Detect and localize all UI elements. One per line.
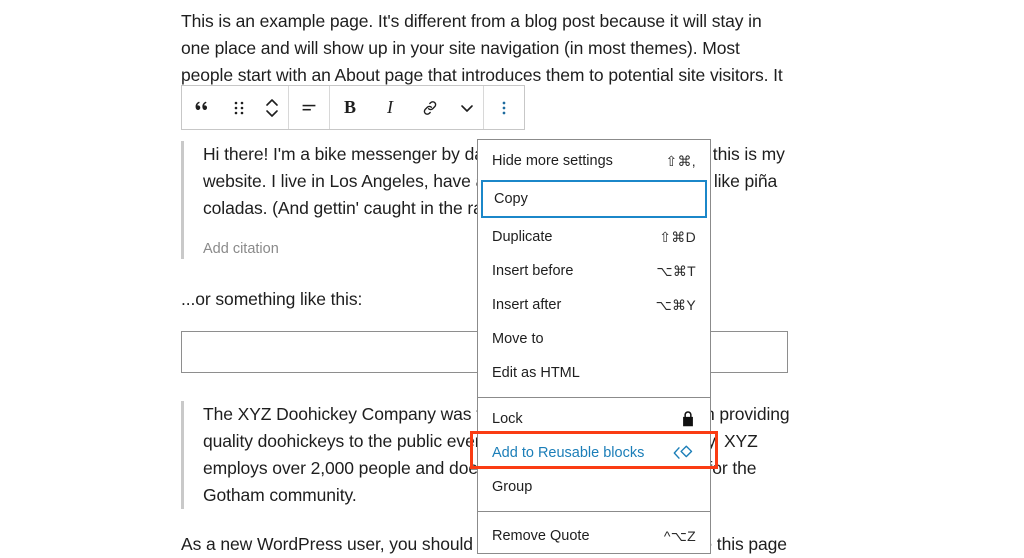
link-icon	[419, 97, 441, 119]
align-text-button[interactable]	[289, 86, 329, 129]
menu-item-label: Lock	[492, 411, 523, 427]
italic-icon: I	[387, 97, 393, 117]
toolbar-group-block	[182, 86, 289, 129]
chevron-up-down-icon	[263, 96, 281, 120]
menu-item-label: Add to Reusable blocks	[492, 445, 645, 461]
toolbar-group-formatting: B I	[330, 86, 484, 129]
link-button[interactable]	[410, 86, 450, 129]
more-formatting-button[interactable]	[450, 86, 483, 129]
bold-icon: B	[343, 97, 356, 117]
menu-item-duplicate[interactable]: Duplicate ⇧⌘D	[478, 220, 710, 254]
chevron-down-icon	[458, 99, 476, 117]
menu-group-1: Hide more settings ⇧⌘, Copy Duplicate ⇧⌘…	[478, 144, 710, 390]
quote-icon-button[interactable]	[182, 86, 222, 129]
menu-item-add-to-reusable-blocks[interactable]: Add to Reusable blocks	[478, 436, 710, 470]
block-options-button[interactable]	[484, 86, 524, 129]
menu-item-label: Insert before	[492, 263, 574, 279]
menu-item-shortcut: ⌥⌘Y	[655, 296, 696, 313]
move-up-down-button[interactable]	[255, 86, 288, 129]
lock-icon	[680, 410, 696, 428]
bold-button[interactable]: B	[330, 86, 370, 129]
menu-item-edit-as-html[interactable]: Edit as HTML	[478, 356, 710, 390]
block-options-dropdown-menu: Hide more settings ⇧⌘, Copy Duplicate ⇧⌘…	[477, 139, 711, 554]
menu-group-3: Remove Quote ^⌥Z	[478, 512, 710, 553]
drag-handle-button[interactable]	[222, 86, 255, 129]
menu-item-insert-after[interactable]: Insert after ⌥⌘Y	[478, 288, 710, 322]
menu-item-label: Group	[492, 479, 533, 495]
italic-button[interactable]: I	[370, 86, 410, 129]
toolbar-group-options	[484, 86, 524, 129]
block-toolbar: B I	[181, 85, 525, 130]
menu-item-label: Move to	[492, 331, 544, 347]
drag-handle-icon	[231, 99, 247, 117]
menu-item-label: Remove Quote	[492, 528, 590, 544]
menu-group-2: Lock Add to Reusable blocks Group	[478, 398, 710, 504]
menu-item-label: Copy	[494, 191, 528, 207]
menu-item-label: Edit as HTML	[492, 365, 580, 381]
menu-item-label: Hide more settings	[492, 153, 613, 169]
toolbar-group-align	[289, 86, 330, 129]
menu-item-remove-quote[interactable]: Remove Quote ^⌥Z	[478, 519, 710, 553]
menu-item-move-to[interactable]: Move to	[478, 322, 710, 356]
menu-item-shortcut: ^⌥Z	[663, 527, 696, 544]
menu-item-copy[interactable]: Copy	[481, 180, 707, 218]
menu-item-shortcut: ⇧⌘,	[665, 152, 696, 169]
quote-icon	[191, 97, 213, 119]
menu-item-hide-more-settings[interactable]: Hide more settings ⇧⌘,	[478, 144, 710, 178]
menu-item-insert-before[interactable]: Insert before ⌥⌘T	[478, 254, 710, 288]
menu-item-shortcut: ⌥⌘T	[656, 262, 696, 279]
menu-item-label: Duplicate	[492, 229, 553, 245]
vertical-ellipsis-icon	[497, 98, 511, 118]
menu-item-group[interactable]: Group	[478, 470, 710, 504]
reusable-block-icon	[672, 443, 696, 463]
menu-item-label: Insert after	[492, 297, 562, 313]
menu-item-lock[interactable]: Lock	[478, 402, 710, 436]
menu-item-shortcut: ⇧⌘D	[659, 228, 696, 245]
align-icon	[298, 97, 320, 119]
